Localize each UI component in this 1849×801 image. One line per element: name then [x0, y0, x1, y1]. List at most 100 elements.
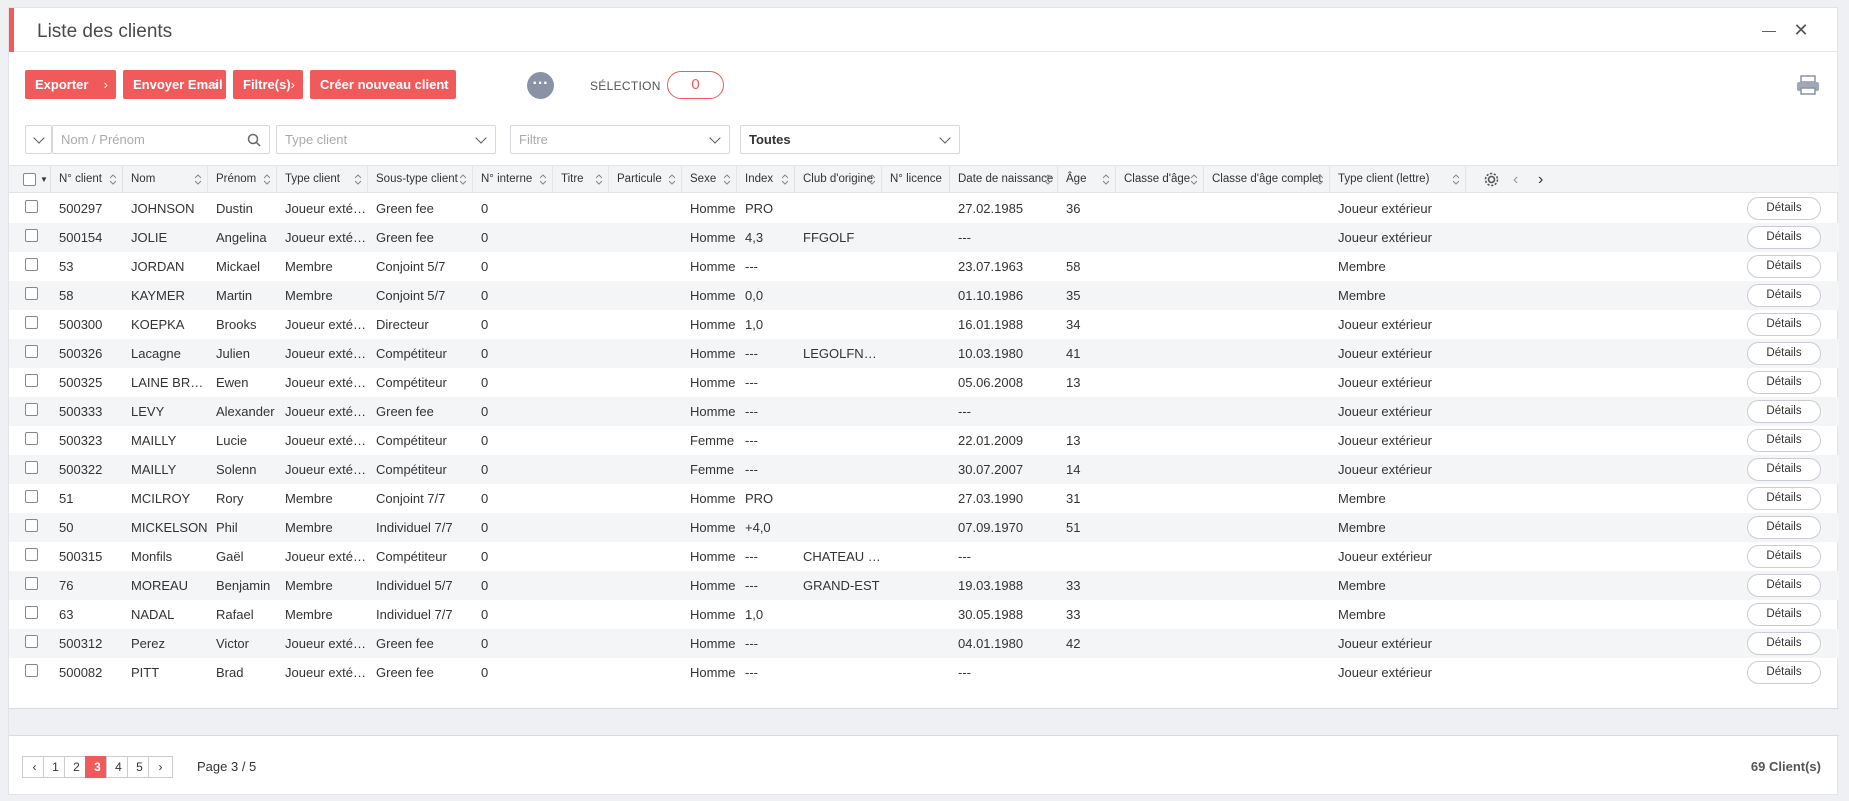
row-checkbox[interactable]	[25, 345, 38, 358]
table-row[interactable]: 500333 LEVY Alexander Joueur extérieur Green…	[9, 397, 1839, 426]
sort-icon[interactable]	[1045, 174, 1051, 185]
details-button[interactable]: Détails	[1747, 458, 1821, 481]
filter-dropdown[interactable]: Filtre	[510, 125, 730, 154]
column-header-client-type[interactable]: Type client	[277, 166, 368, 193]
row-checkbox[interactable]	[25, 606, 38, 619]
row-checkbox[interactable]	[25, 316, 38, 329]
details-button[interactable]: Détails	[1747, 632, 1821, 655]
select-all-checkbox[interactable]	[23, 173, 36, 186]
table-row[interactable]: 500315 Monfils Gaël Joueur extérieur Compéti…	[9, 542, 1839, 571]
sort-icon[interactable]	[869, 174, 875, 185]
filters-button[interactable]: Filtre(s) ›	[233, 70, 303, 99]
printer-icon[interactable]	[1796, 75, 1820, 95]
row-checkbox[interactable]	[25, 374, 38, 387]
create-client-button[interactable]: Créer nouveau client ›	[310, 70, 456, 99]
column-header-birth-date[interactable]: Date de naissance	[950, 166, 1058, 193]
column-header-age[interactable]: Âge	[1058, 166, 1116, 193]
caret-down-icon[interactable]: ▼	[40, 166, 48, 193]
sort-icon[interactable]	[460, 174, 466, 185]
details-button[interactable]: Détails	[1747, 516, 1821, 539]
details-button[interactable]: Détails	[1747, 574, 1821, 597]
scroll-right-icon[interactable]: ›	[1538, 166, 1543, 193]
column-header-client-number[interactable]: N° client	[51, 166, 123, 193]
row-checkbox[interactable]	[25, 548, 38, 561]
column-header-gender[interactable]: Sexe	[682, 166, 737, 193]
sort-icon[interactable]	[355, 174, 361, 185]
row-checkbox[interactable]	[25, 229, 38, 242]
details-button[interactable]: Détails	[1747, 487, 1821, 510]
horizontal-scrollbar[interactable]	[9, 708, 1839, 736]
details-button[interactable]: Détails	[1747, 371, 1821, 394]
details-button[interactable]: Détails	[1747, 603, 1821, 626]
column-header-license-number[interactable]: N° licence	[882, 166, 950, 193]
details-button[interactable]: Détails	[1747, 255, 1821, 278]
row-checkbox[interactable]	[25, 258, 38, 271]
next-page-button[interactable]: ›	[148, 756, 173, 778]
search-icon[interactable]	[247, 133, 261, 147]
table-row[interactable]: 500154 JOLIE Angelina Joueur extérieur Green…	[9, 223, 1839, 252]
column-header-client-subtype[interactable]: Sous-type client	[368, 166, 473, 193]
export-button[interactable]: Exporter ›	[25, 70, 116, 99]
column-header-internal-number[interactable]: N° interne	[473, 166, 553, 193]
sort-icon[interactable]	[724, 174, 730, 185]
column-header-age-class[interactable]: Classe d'âge	[1116, 166, 1204, 193]
row-checkbox[interactable]	[25, 287, 38, 300]
sort-icon[interactable]	[1317, 174, 1323, 185]
table-row[interactable]: 51 MCILROY Rory Membre Conjoint 7/7 0 Homme PRO…	[9, 484, 1839, 513]
sort-icon[interactable]	[1103, 174, 1109, 185]
row-checkbox[interactable]	[25, 664, 38, 677]
name-search-input[interactable]: Nom / Prénom	[52, 125, 270, 154]
row-checkbox[interactable]	[25, 461, 38, 474]
details-button[interactable]: Détails	[1747, 313, 1821, 336]
table-row[interactable]: 63 NADAL Rafael Membre Individuel 7/7 0 Homme 1…	[9, 600, 1839, 629]
row-checkbox[interactable]	[25, 519, 38, 532]
sort-icon[interactable]	[1191, 174, 1197, 185]
column-header-index[interactable]: Index	[737, 166, 795, 193]
table-row[interactable]: 500325 LAINE BRUNEL Ewen Joueur extérieur Co…	[9, 368, 1839, 397]
row-checkbox[interactable]	[25, 200, 38, 213]
details-button[interactable]: Détails	[1747, 197, 1821, 220]
row-checkbox[interactable]	[25, 403, 38, 416]
details-button[interactable]: Détails	[1747, 226, 1821, 249]
row-checkbox[interactable]	[25, 635, 38, 648]
table-row[interactable]: 500300 KOEPKA Brooks Joueur extérieur Direct…	[9, 310, 1839, 339]
column-header-title[interactable]: Titre	[553, 166, 609, 193]
table-row[interactable]: 500322 MAILLY Solenn Joueur extérieur Compét…	[9, 455, 1839, 484]
details-button[interactable]: Détails	[1747, 429, 1821, 452]
row-checkbox[interactable]	[25, 490, 38, 503]
sort-icon[interactable]	[540, 174, 546, 185]
details-button[interactable]: Détails	[1747, 661, 1821, 684]
details-button[interactable]: Détails	[1747, 284, 1821, 307]
minimize-icon[interactable]: —	[1759, 20, 1779, 40]
scope-dropdown[interactable]: Toutes	[740, 125, 960, 154]
column-header-first-name[interactable]: Prénom	[208, 166, 277, 193]
more-options-button[interactable]: ···	[527, 72, 554, 99]
table-row[interactable]: 53 JORDAN Mickael Membre Conjoint 5/7 0 Homme -…	[9, 252, 1839, 281]
column-header-client-type-letter[interactable]: Type client (lettre)	[1330, 166, 1466, 193]
gear-icon[interactable]	[1484, 172, 1499, 187]
send-email-button[interactable]: Envoyer Email ›	[123, 70, 226, 99]
row-checkbox[interactable]	[25, 432, 38, 445]
table-row[interactable]: 500326 Lacagne Julien Joueur extérieur Compé…	[9, 339, 1839, 368]
row-checkbox[interactable]	[25, 577, 38, 590]
table-row[interactable]: 76 MOREAU Benjamin Membre Individuel 5/7 0 Hom…	[9, 571, 1839, 600]
column-header-last-name[interactable]: Nom	[123, 166, 208, 193]
client-type-dropdown[interactable]: Type client	[276, 125, 496, 154]
sort-icon[interactable]	[596, 174, 602, 185]
table-row[interactable]: 58 KAYMER Martin Membre Conjoint 5/7 0 Homme 0,…	[9, 281, 1839, 310]
column-header-home-club[interactable]: Club d'origine	[795, 166, 882, 193]
table-row[interactable]: 500323 MAILLY Lucie Joueur extérieur Compéti…	[9, 426, 1839, 455]
sort-icon[interactable]	[1453, 174, 1459, 185]
sort-icon[interactable]	[110, 174, 116, 185]
table-row[interactable]: 500082 PITT Brad Joueur extérieur Green fee 0…	[9, 658, 1839, 687]
sort-icon[interactable]	[264, 174, 270, 185]
close-icon[interactable]: ✕	[1791, 20, 1811, 40]
column-header-particle[interactable]: Particule	[609, 166, 682, 193]
sort-icon[interactable]	[782, 174, 788, 185]
details-button[interactable]: Détails	[1747, 342, 1821, 365]
sort-icon[interactable]	[195, 174, 201, 185]
column-header-age-class-full[interactable]: Classe d'âge complet	[1204, 166, 1330, 193]
search-mode-dropdown[interactable]	[25, 125, 52, 154]
table-row[interactable]: 500312 Perez Victor Joueur extérieur Green f…	[9, 629, 1839, 658]
table-row[interactable]: 500297 JOHNSON Dustin Joueur extérieur Green…	[9, 194, 1839, 223]
